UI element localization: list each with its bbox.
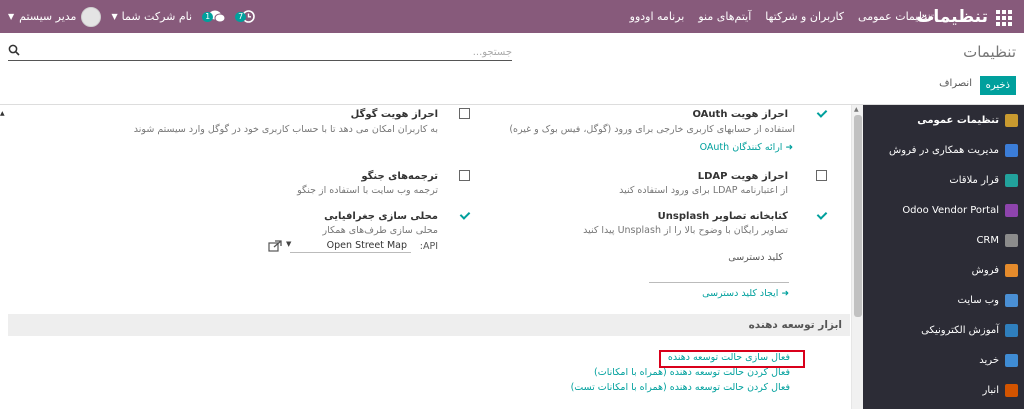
partner-icon <box>1005 143 1018 157</box>
google-auth-checkbox[interactable] <box>459 108 470 119</box>
sidebar-item-website[interactable]: وب سایت <box>863 285 1024 315</box>
save-button[interactable]: ذخیره <box>979 76 1016 95</box>
inventory-icon <box>1005 383 1018 397</box>
settings-gear-icon <box>1005 113 1018 127</box>
elearning-icon <box>1005 323 1018 337</box>
oauth-providers-link[interactable]: ➜ ارائه کنندگان OAuth <box>700 142 793 153</box>
systray: ▼ مدیر سیستم ▼ نام شرکت شما 1 7 <box>8 0 256 33</box>
sidebar-item-elearning[interactable]: آموزش الکترونیکی <box>863 315 1024 345</box>
translations-description: ترجمه وب سایت با استفاده از جنگو <box>297 185 438 196</box>
access-key-label: کلید دسترسی <box>728 252 783 263</box>
website-icon <box>1005 293 1018 307</box>
apps-grid-icon[interactable] <box>996 9 1012 26</box>
translations-checkbox[interactable] <box>459 170 470 181</box>
activity-button[interactable]: 7 <box>235 10 256 23</box>
sidebar-item-vendor-portal[interactable]: Odoo Vendor Portal <box>863 195 1024 225</box>
activate-developer-mode-tests-link[interactable]: فعال کردن حالت توسعه دهنده (همراه با امک… <box>571 382 790 393</box>
activate-developer-mode-assets-link[interactable]: فعال کردن حالت توسعه دهنده (همراه با امک… <box>594 367 790 378</box>
sidebar-item-sales[interactable]: فروش <box>863 255 1024 285</box>
page-title: تنظیمات <box>963 43 1016 61</box>
sidebar-item-label: Odoo Vendor Portal <box>902 204 999 216</box>
caret-down-icon: ▼ <box>111 12 118 21</box>
oauth-title: احراز هویت OAuth <box>692 109 788 120</box>
sidebar-item-label: وب سایت <box>957 294 999 306</box>
activity-count-badge: 7 <box>235 11 247 22</box>
unsplash-title: کتابخانه تصاویر Unsplash <box>657 211 788 222</box>
calendar-icon <box>1005 173 1018 187</box>
arrow-right-icon: ➜ <box>781 288 789 299</box>
purchase-icon <box>1005 353 1018 367</box>
control-panel: تنظیمات ذخیره انصراف <box>0 33 1024 105</box>
chat-button[interactable]: 1 <box>202 10 226 23</box>
sales-icon <box>1005 263 1018 277</box>
generate-access-key-link[interactable]: ➜ ایجاد کلید دسترسی <box>702 288 789 299</box>
developer-tools-title: ابزار توسعه دهنده <box>748 319 842 331</box>
sidebar-item-purchase[interactable]: خرید <box>863 345 1024 375</box>
chat-count-badge: 1 <box>202 11 214 22</box>
sidebar-item-label: انبار <box>982 384 999 396</box>
sidebar-item-label: CRM <box>976 234 999 246</box>
sidebar-item-label: فروش <box>971 264 999 276</box>
ldap-title: احراز هویت LDAP <box>697 171 788 182</box>
generate-access-key-label: ایجاد کلید دسترسی <box>702 288 779 299</box>
sidebar-item-partnership[interactable]: مدیریت همکاری در فروش <box>863 135 1024 165</box>
search-bar <box>8 44 512 61</box>
unsplash-checkbox[interactable] <box>816 210 827 221</box>
translations-title: ترجمه‌های جنگو <box>361 171 438 182</box>
scroll-thumb[interactable] <box>854 115 862 317</box>
oauth-description: استفاده از حسابهای کاربری خارجی برای ورو… <box>509 124 795 135</box>
discard-button[interactable]: انصراف <box>939 78 972 89</box>
arrow-right-icon: ➜ <box>785 142 793 153</box>
google-auth-title: احراز هویت گوگل <box>350 109 438 120</box>
access-key-input[interactable] <box>649 269 789 283</box>
developer-tools-header: ابزار توسعه دهنده <box>8 314 850 336</box>
sidebar-item-appointments[interactable]: قرار ملاقات <box>863 165 1024 195</box>
sidebar-item-general-settings[interactable]: تنظیمات عمومی <box>863 105 1024 135</box>
google-auth-description: به کاربران امکان می دهد تا با حساب کاربر… <box>133 124 438 135</box>
geolocation-title: محلی سازی جغرافیایی <box>324 211 438 222</box>
geolocation-description: محلی سازی طرف‌های همکار <box>322 225 438 236</box>
api-label: API: <box>419 241 438 252</box>
caret-down-icon: ▼ <box>286 240 292 248</box>
company-switcher[interactable]: ▼ نام شرکت شما <box>111 10 192 23</box>
company-name: نام شرکت شما <box>121 10 193 23</box>
ldap-description: از اعتبارنامه LDAP برای ورود استفاده کنی… <box>619 185 788 196</box>
menu-menu-items[interactable]: آیتم‌های منو <box>698 10 751 23</box>
caret-down-icon: ▼ <box>8 12 15 21</box>
menu-general-settings[interactable]: تنظیمات عمومی <box>858 10 934 23</box>
sidebar-item-label: آموزش الکترونیکی <box>921 324 999 336</box>
avatar <box>81 6 102 27</box>
crm-icon <box>1005 233 1018 247</box>
api-select[interactable]: Open Street Map ▼ <box>286 239 411 253</box>
sidebar-item-label: مدیریت همکاری در فروش <box>889 144 999 156</box>
oauth-checkbox[interactable] <box>816 108 827 119</box>
menu-users-companies[interactable]: کاربران و شرکتها <box>765 10 844 23</box>
menu-odoo-app[interactable]: برنامه اودوو <box>630 10 685 23</box>
top-navbar: تنظیمات تنظیمات عمومی کاربران و شرکتها آ… <box>0 0 1024 33</box>
portal-icon <box>1005 203 1018 217</box>
sidebar-item-crm[interactable]: CRM <box>863 225 1024 255</box>
search-icon[interactable] <box>8 44 20 56</box>
settings-sidebar: تنظیمات عمومی مدیریت همکاری در فروش قرار… <box>863 105 1024 409</box>
scroll-up-icon[interactable]: ▲ <box>854 106 859 113</box>
sidebar-item-inventory[interactable]: انبار <box>863 375 1024 405</box>
sidebar-item-label: تنظیمات عمومی <box>917 114 999 126</box>
sidebar-item-label: قرار ملاقات <box>949 174 999 186</box>
oauth-providers-label: ارائه کنندگان OAuth <box>699 142 783 153</box>
api-selected-value: Open Street Map <box>326 240 407 251</box>
user-name: مدیر سیستم <box>19 10 77 23</box>
unsplash-description: تصاویر رایگان با وضوح بالا را از Unsplas… <box>583 225 788 236</box>
ldap-checkbox[interactable] <box>816 170 827 181</box>
sidebar-item-label: خرید <box>979 354 999 366</box>
user-menu[interactable]: ▼ مدیر سیستم <box>8 6 102 27</box>
search-input[interactable] <box>32 45 512 60</box>
main-menu: تنظیمات عمومی کاربران و شرکتها آیتم‌های … <box>630 0 934 33</box>
geolocation-checkbox[interactable] <box>459 210 470 221</box>
external-link-icon[interactable] <box>268 240 282 252</box>
highlight-box <box>659 350 805 368</box>
content-scrollbar[interactable]: ▲ <box>851 105 863 409</box>
